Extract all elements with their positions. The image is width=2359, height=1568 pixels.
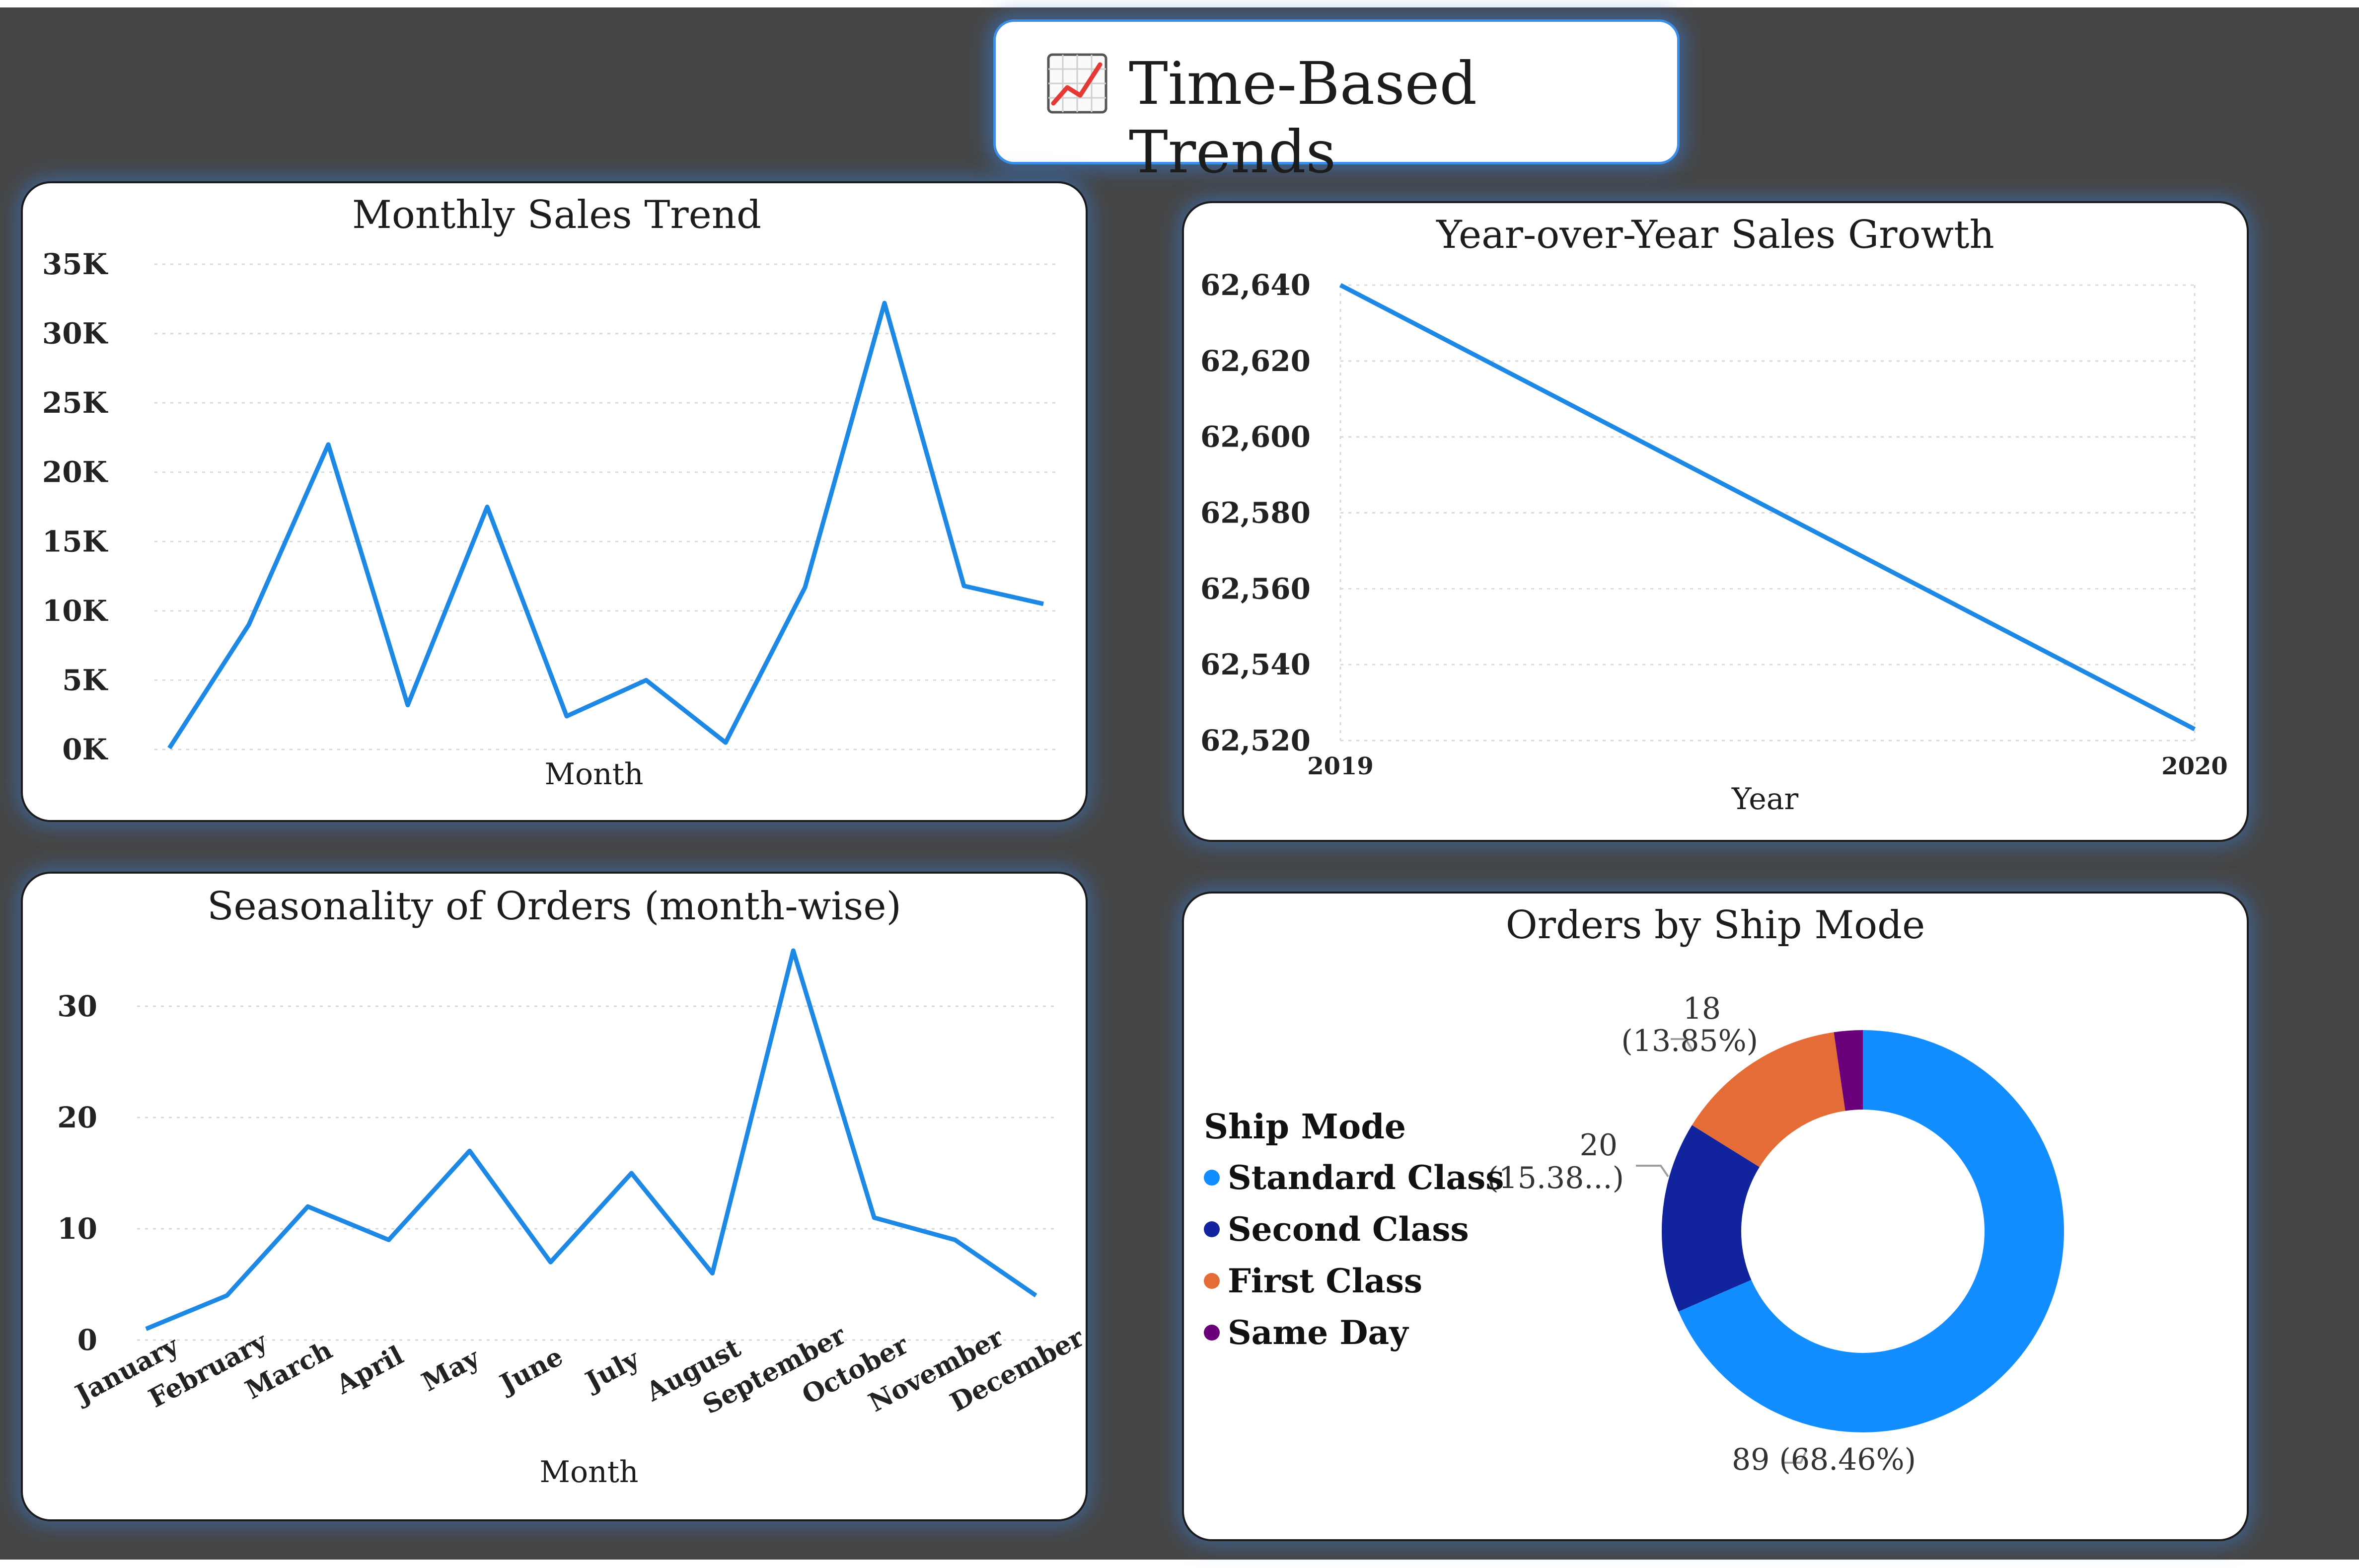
legend-label: First Class (1228, 1262, 1423, 1300)
x-axis-label: Month (540, 1455, 639, 1490)
data-label-second-class-pct: (15.38...) (1487, 1161, 1624, 1195)
y-tick-label: 10K (42, 594, 109, 628)
data-label-first-class-value: 18 (1683, 991, 1721, 1026)
y-tick-label: 0K (62, 733, 108, 766)
seasonality-card: Seasonality of Orders (month-wise) Month… (21, 872, 1088, 1521)
x-tick-label: 2019 (1307, 752, 1374, 780)
chart-increasing-icon (1047, 53, 1107, 114)
legend-dot (1204, 1221, 1220, 1237)
y-tick-label: 20K (42, 455, 109, 489)
y-tick-label: 62,560 (1200, 572, 1311, 605)
ship-mode-legend: Ship Mode Standard Class Second Class Fi… (1204, 1107, 1504, 1358)
chart-title: Seasonality of Orders (month-wise) (207, 884, 901, 929)
x-axis-label: Year (1731, 782, 1799, 817)
monthly-sales-card: Monthly Sales Trend Month 0K 5K 10K 15K 20K 2… (21, 181, 1088, 822)
ship-mode-card: Orders by Ship Mode 89 (68.46%) 20 (15.3… (1182, 892, 2249, 1541)
dashboard-title: Time-Based Trends (1129, 49, 1477, 186)
y-tick-label: 30K (42, 317, 109, 351)
x-axis-label: Month (545, 757, 644, 792)
y-tick-label: 5K (62, 663, 108, 697)
legend-item-second-class[interactable]: Second Class (1204, 1203, 1504, 1255)
x-tick-label: April (331, 1340, 408, 1401)
monthly-sales-chart: Monthly Sales Trend Month 0K 5K 10K 15K 20K 2… (42, 193, 1058, 792)
y-tick-label: 25K (42, 386, 109, 420)
y-tick-label: 15K (42, 524, 109, 558)
y-tick-label: 62,540 (1200, 648, 1311, 681)
x-tick-label: June (494, 1341, 568, 1400)
seasonality-chart: Seasonality of Orders (month-wise) Month… (57, 884, 1086, 1490)
y-tick-label: 62,640 (1200, 268, 1311, 302)
legend-item-same-day[interactable]: Same Day (1204, 1307, 1504, 1358)
x-tick-label: 2020 (2161, 752, 2228, 780)
legend-dot (1204, 1325, 1220, 1341)
x-tick-label: May (417, 1342, 485, 1398)
y-tick-label: 20 (57, 1101, 97, 1134)
y-tick-label: 10 (57, 1212, 97, 1246)
legend-item-first-class[interactable]: First Class (1204, 1255, 1504, 1307)
yoy-growth-card: Year-over-Year Sales Growth Year 62,520 6… (1182, 201, 2249, 842)
x-tick-label: July (579, 1343, 645, 1397)
chart-title: Orders by Ship Mode (1506, 903, 1925, 948)
y-tick-label: 35K (42, 247, 109, 281)
y-tick-label: 62,600 (1200, 420, 1311, 454)
yoy-growth-chart: Year-over-Year Sales Growth Year 62,520 6… (1200, 213, 2228, 817)
data-label-standard-class: 89 (68.46%) (1732, 1442, 1916, 1477)
chart-title: Monthly Sales Trend (352, 193, 761, 237)
legend-title: Ship Mode (1204, 1107, 1406, 1147)
legend-label: Same Day (1228, 1313, 1408, 1352)
dashboard-canvas: Time-Based Trends Monthly Sales Trend Mo… (0, 7, 2359, 1560)
legend-item-standard-class[interactable]: Standard Class (1204, 1152, 1504, 1203)
legend-dot (1204, 1170, 1220, 1186)
dashboard-title-card: Time-Based Trends (993, 19, 1680, 186)
y-tick-label: 0 (77, 1323, 97, 1357)
data-label-second-class-value: 20 (1580, 1128, 1618, 1163)
data-label-first-class-pct: (13.85%) (1621, 1024, 1758, 1058)
y-tick-label: 30 (57, 989, 97, 1023)
legend-label: Second Class (1228, 1210, 1469, 1249)
y-tick-label: 62,620 (1200, 344, 1311, 378)
seasonality-line (145, 948, 1037, 1331)
yoy-sales-line (1339, 283, 2196, 732)
y-tick-label: 62,580 (1200, 496, 1311, 530)
monthly-sales-line (167, 300, 1044, 749)
y-tick-label: 62,520 (1200, 724, 1311, 757)
legend-dot (1204, 1273, 1220, 1289)
chart-title: Year-over-Year Sales Growth (1436, 213, 1994, 257)
legend-label: Standard Class (1228, 1158, 1504, 1197)
